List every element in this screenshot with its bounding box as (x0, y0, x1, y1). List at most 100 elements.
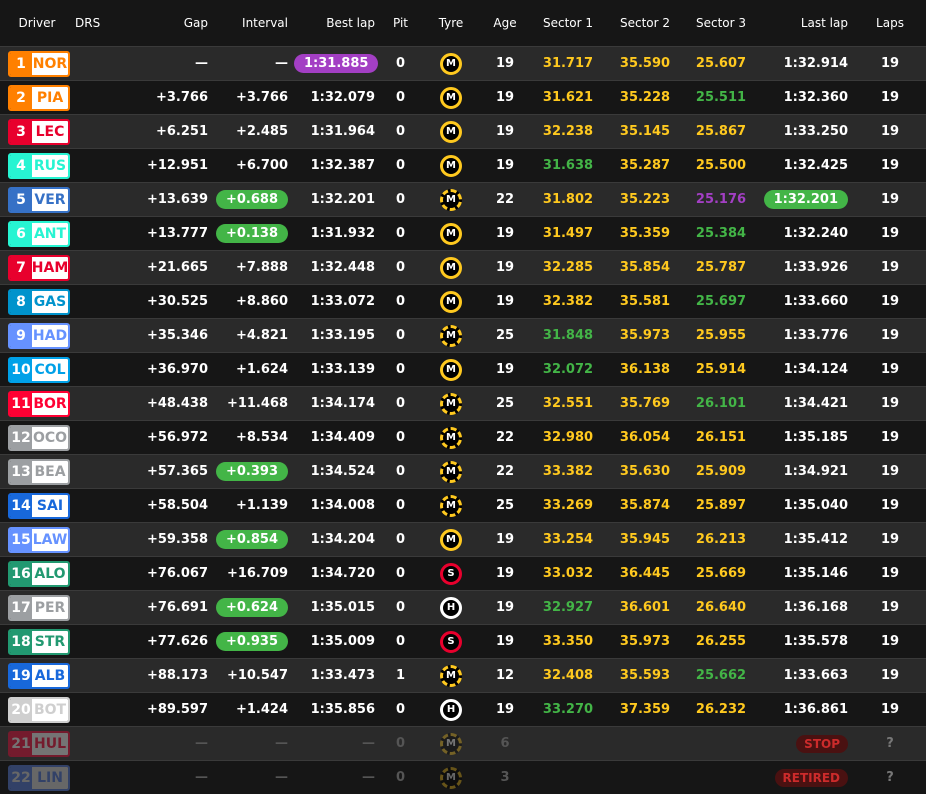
age-cell: 6 (482, 726, 528, 761)
laps-cell: 19 (854, 420, 926, 455)
driver-cell[interactable]: 17 PER (0, 590, 74, 625)
driver-cell[interactable]: 13 BEA (0, 454, 74, 489)
driver-badge[interactable]: 21 HUL (8, 730, 70, 757)
table-row[interactable]: 2 PIA +3.766 +3.766 1:32.079 0 M 19 31.621 35.228… (0, 80, 926, 115)
driver-badge[interactable]: 9 HAD (8, 322, 70, 349)
table-row[interactable]: 21 HUL — — — 0 M 6 STOP? (0, 726, 926, 761)
drs-cell (74, 250, 144, 285)
driver-cell[interactable]: 6 ANT (0, 216, 74, 251)
driver-cell[interactable]: 21 HUL (0, 726, 74, 761)
driver-cell[interactable]: 7 HAM (0, 250, 74, 285)
driver-badge[interactable]: 19 ALB (8, 662, 70, 689)
col-sector3[interactable]: Sector 3 (682, 0, 760, 47)
driver-badge[interactable]: 15 LAW (8, 526, 70, 553)
driver-cell[interactable]: 14 SAI (0, 488, 74, 523)
driver-cell[interactable]: 11 BOR (0, 386, 74, 421)
col-interval[interactable]: Interval (214, 0, 294, 47)
table-row[interactable]: 3 LEC +6.251 +2.485 1:31.964 0 M 19 32.238 35.145… (0, 114, 926, 149)
driver-badge[interactable]: 16 ALO (8, 560, 70, 587)
table-row[interactable]: 22 LIN — — — 0 M 3 RETIRED? (0, 760, 926, 794)
sector1-cell: 32.551 (528, 386, 608, 421)
driver-cell[interactable]: 22 LIN (0, 760, 74, 794)
best-lap-value: 1:33.473 (310, 668, 375, 683)
driver-badge[interactable]: 6 ANT (8, 220, 70, 247)
col-sector1[interactable]: Sector 1 (528, 0, 608, 47)
driver-cell[interactable]: 5 VER (0, 182, 74, 217)
driver-cell[interactable]: 2 PIA (0, 80, 74, 115)
driver-badge[interactable]: 20 BOT (8, 696, 70, 723)
table-row[interactable]: 6 ANT +13.777 +0.138 1:31.932 0 M 19 31.497 35.35… (0, 216, 926, 251)
driver-badge[interactable]: 14 SAI (8, 492, 70, 519)
driver-cell[interactable]: 20 BOT (0, 692, 74, 727)
driver-cell[interactable]: 18 STR (0, 624, 74, 659)
age-cell: 19 (482, 352, 528, 387)
col-gap[interactable]: Gap (144, 0, 214, 47)
col-pit[interactable]: Pit (381, 0, 420, 47)
driver-cell[interactable]: 9 HAD (0, 318, 74, 353)
table-row[interactable]: 16 ALO +76.067 +16.709 1:34.720 0 S 19 33.032 36.… (0, 556, 926, 591)
table-row[interactable]: 12 OCO +56.972 +8.534 1:34.409 0 M 22 32.980 36.0… (0, 420, 926, 455)
col-age[interactable]: Age (482, 0, 528, 47)
driver-badge[interactable]: 18 STR (8, 628, 70, 655)
driver-badge[interactable]: 12 OCO (8, 424, 70, 451)
driver-badge[interactable]: 10 COL (8, 356, 70, 383)
table-row[interactable]: 1 NOR — —1:31.885 0 M 19 31.717 35.590 25.607 1:32… (0, 46, 926, 81)
driver-badge[interactable]: 5 VER (8, 186, 70, 213)
table-row[interactable]: 20 BOT +89.597 +1.424 1:35.856 0 H 19 33.270 37.3… (0, 692, 926, 727)
driver-cell[interactable]: 4 RUS (0, 148, 74, 183)
driver-badge[interactable]: 3 LEC (8, 118, 70, 145)
driver-cell[interactable]: 15 LAW (0, 522, 74, 557)
driver-badge[interactable]: 4 RUS (8, 152, 70, 179)
driver-badge[interactable]: 8 GAS (8, 288, 70, 315)
col-tyre[interactable]: Tyre (420, 0, 482, 47)
driver-badge[interactable]: 13 BEA (8, 458, 70, 485)
position-number: 4 (10, 154, 32, 177)
interval-value: +0.393 (215, 462, 288, 481)
driver-cell[interactable]: 12 OCO (0, 420, 74, 455)
pit-cell: 0 (381, 250, 420, 285)
col-last-lap[interactable]: Last lap (760, 0, 854, 47)
col-best-lap[interactable]: Best lap (294, 0, 381, 47)
best-lap-cell: 1:34.409 (294, 420, 381, 455)
tyre-m-icon: M (440, 664, 462, 687)
driver-cell[interactable]: 8 GAS (0, 284, 74, 319)
table-row[interactable]: 19 ALB +88.173 +10.547 1:33.473 1 M 12 32.408 35.… (0, 658, 926, 693)
table-row[interactable]: 4 RUS +12.951 +6.700 1:32.387 0 M 19 31.638 35.28… (0, 148, 926, 183)
driver-cell[interactable]: 1 NOR (0, 46, 74, 81)
table-row[interactable]: 18 STR +77.626 +0.935 1:35.009 0 S 19 33.350 35.9… (0, 624, 926, 659)
col-laps[interactable]: Laps (854, 0, 926, 47)
driver-code: BEA (32, 460, 68, 483)
table-row[interactable]: 13 BEA +57.365 +0.393 1:34.524 0 M 22 33.382 35.6… (0, 454, 926, 489)
best-lap-value: 1:34.524 (310, 464, 375, 479)
table-row[interactable]: 7 HAM +21.665 +7.888 1:32.448 0 M 19 32.285 35.85… (0, 250, 926, 285)
sector2-cell: 35.973 (608, 318, 682, 353)
best-lap-cell: 1:31.885 (294, 46, 381, 81)
position-number: 14 (10, 494, 32, 517)
driver-badge[interactable]: 22 LIN (8, 764, 70, 791)
driver-cell[interactable]: 10 COL (0, 352, 74, 387)
table-row[interactable]: 10 COL +36.970 +1.624 1:33.139 0 M 19 32.072 36.1… (0, 352, 926, 387)
table-row[interactable]: 15 LAW +59.358 +0.854 1:34.204 0 M 19 33.254 35.9… (0, 522, 926, 557)
col-sector2[interactable]: Sector 2 (608, 0, 682, 47)
col-driver[interactable]: Driver (0, 0, 74, 47)
driver-cell[interactable]: 3 LEC (0, 114, 74, 149)
table-row[interactable]: 5 VER +13.639 +0.688 1:32.201 0 M 22 31.802 35.22… (0, 182, 926, 217)
pit-cell: 0 (381, 216, 420, 251)
driver-badge[interactable]: 11 BOR (8, 390, 70, 417)
table-row[interactable]: 8 GAS +30.525 +8.860 1:33.072 0 M 19 32.382 35.58… (0, 284, 926, 319)
table-row[interactable]: 17 PER +76.691 +0.624 1:35.015 0 H 19 32.927 36.6… (0, 590, 926, 625)
best-lap-cell: 1:31.964 (294, 114, 381, 149)
driver-badge[interactable]: 17 PER (8, 594, 70, 621)
driver-cell[interactable]: 19 ALB (0, 658, 74, 693)
driver-badge[interactable]: 2 PIA (8, 84, 70, 111)
table-row[interactable]: 14 SAI +58.504 +1.139 1:34.008 0 M 25 33.269 35.8… (0, 488, 926, 523)
sector2-cell: 35.145 (608, 114, 682, 149)
best-lap-cell: 1:32.387 (294, 148, 381, 183)
interval-cell: +3.766 (214, 80, 294, 115)
driver-badge[interactable]: 1 NOR (8, 50, 70, 77)
col-drs[interactable]: DRS (74, 0, 144, 47)
driver-cell[interactable]: 16 ALO (0, 556, 74, 591)
driver-badge[interactable]: 7 HAM (8, 254, 70, 281)
table-row[interactable]: 9 HAD +35.346 +4.821 1:33.195 0 M 25 31.848 35.97… (0, 318, 926, 353)
table-row[interactable]: 11 BOR +48.438 +11.468 1:34.174 0 M 25 32.551 35.… (0, 386, 926, 421)
